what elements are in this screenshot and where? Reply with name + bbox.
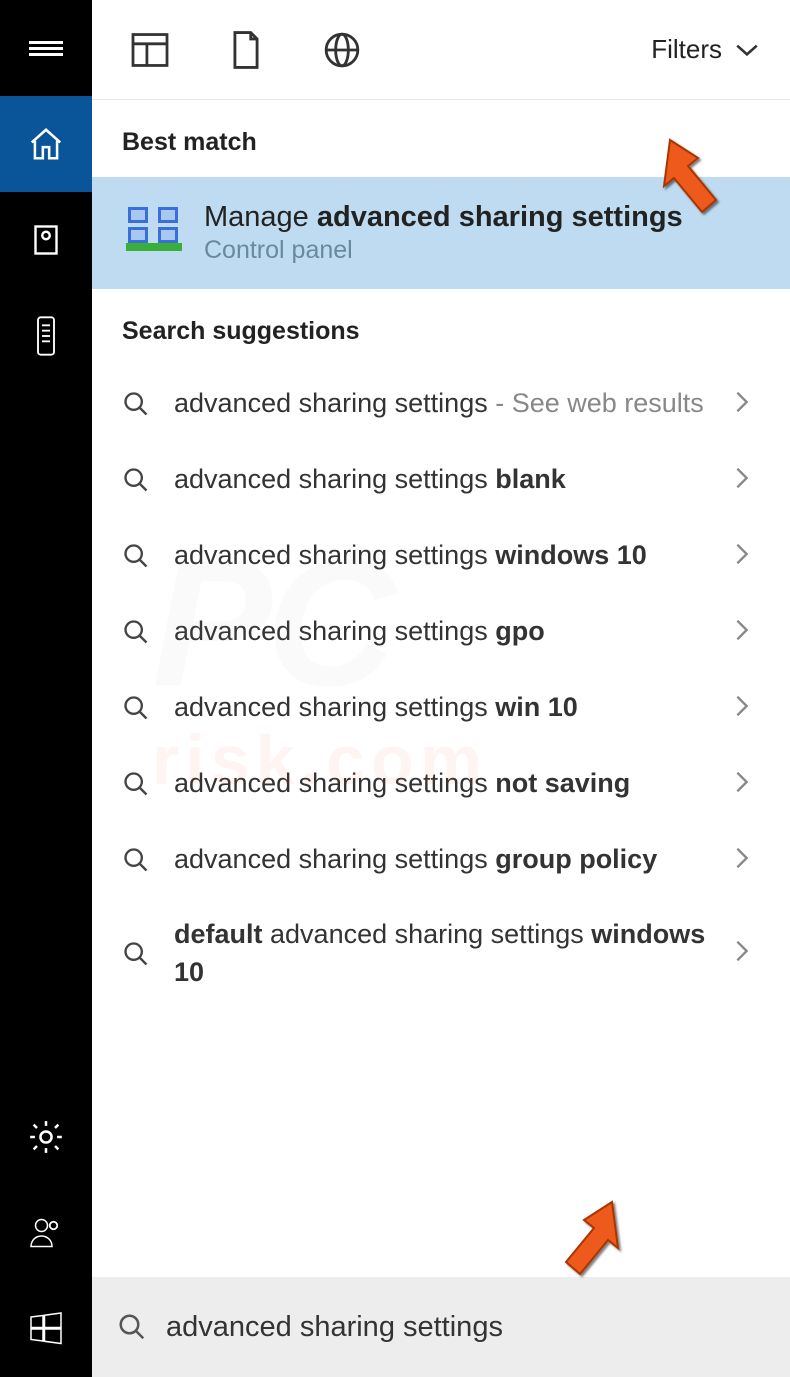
hamburger-menu-button[interactable] xyxy=(0,0,92,96)
gear-icon xyxy=(27,1118,65,1156)
chevron-right-icon xyxy=(732,937,760,970)
suggestion-text: advanced sharing settings windows 10 xyxy=(174,537,732,575)
chevron-right-icon xyxy=(732,464,760,497)
suggestion-text: advanced sharing settings win 10 xyxy=(174,689,732,727)
search-icon xyxy=(112,1307,152,1347)
best-match-heading: Best match xyxy=(92,100,790,177)
suggestion-text: advanced sharing settings not saving xyxy=(174,765,732,803)
best-match-result[interactable]: Manage advanced sharing settings Control… xyxy=(92,177,790,289)
filters-label: Filters xyxy=(651,34,722,65)
search-input[interactable] xyxy=(166,1311,770,1344)
suggestion-text: advanced sharing settings group policy xyxy=(174,841,732,879)
feedback-button[interactable] xyxy=(0,1185,92,1281)
chevron-right-icon xyxy=(732,768,760,801)
remote-icon xyxy=(30,316,62,356)
search-icon xyxy=(116,764,156,804)
chevron-down-icon xyxy=(734,42,760,58)
home-icon xyxy=(27,125,65,163)
search-suggestion[interactable]: advanced sharing settings not saving xyxy=(92,746,790,822)
suggestion-text: advanced sharing settings - See web resu… xyxy=(174,385,732,423)
best-match-title: Manage advanced sharing settings xyxy=(204,201,683,234)
settings-button[interactable] xyxy=(0,1089,92,1185)
search-suggestion[interactable]: advanced sharing settings gpo xyxy=(92,594,790,670)
scope-bar: Filters xyxy=(92,0,790,100)
search-icon xyxy=(116,688,156,728)
suggestion-text: advanced sharing settings gpo xyxy=(174,613,732,651)
search-icon xyxy=(116,460,156,500)
chevron-right-icon xyxy=(732,388,760,421)
search-suggestion[interactable]: advanced sharing settings win 10 xyxy=(92,670,790,746)
home-button[interactable] xyxy=(0,96,92,192)
search-icon xyxy=(116,384,156,424)
start-button[interactable] xyxy=(0,1281,92,1377)
search-bar[interactable] xyxy=(92,1277,790,1377)
search-icon xyxy=(116,536,156,576)
search-icon xyxy=(116,934,156,974)
globe-scope-icon xyxy=(323,31,361,69)
chevron-right-icon xyxy=(732,616,760,649)
search-suggestion[interactable]: advanced sharing settings group policy xyxy=(92,822,790,898)
search-suggestion[interactable]: advanced sharing settings blank xyxy=(92,442,790,518)
chevron-right-icon xyxy=(732,844,760,877)
chevron-right-icon xyxy=(732,692,760,725)
search-icon xyxy=(116,612,156,652)
chevron-right-icon xyxy=(732,540,760,573)
suggestion-text: default advanced sharing settings window… xyxy=(174,916,732,992)
search-suggestion[interactable]: advanced sharing settings - See web resu… xyxy=(92,366,790,442)
filters-dropdown[interactable]: Filters xyxy=(651,34,760,65)
apps-button[interactable] xyxy=(0,288,92,384)
best-match-subtitle: Control panel xyxy=(204,236,683,265)
scope-web-tab[interactable] xyxy=(294,0,390,100)
documents-button[interactable] xyxy=(0,192,92,288)
person-icon xyxy=(28,1215,64,1251)
suggestions-heading: Search suggestions xyxy=(92,289,790,366)
suggestion-text: advanced sharing settings blank xyxy=(174,461,732,499)
documents-icon xyxy=(28,222,64,258)
search-suggestion[interactable]: advanced sharing settings windows 10 xyxy=(92,518,790,594)
scope-documents-tab[interactable] xyxy=(198,0,294,100)
windows-icon xyxy=(28,1311,64,1347)
scope-apps-tab[interactable] xyxy=(102,0,198,100)
cortana-sidebar xyxy=(0,0,92,1377)
document-scope-icon xyxy=(230,31,262,69)
search-suggestion[interactable]: default advanced sharing settings window… xyxy=(92,898,790,1010)
sharing-settings-icon xyxy=(122,201,186,265)
results-area: Best match Manage advanced sharing setti… xyxy=(92,100,790,1277)
apps-scope-icon xyxy=(131,33,169,67)
search-icon xyxy=(116,840,156,880)
